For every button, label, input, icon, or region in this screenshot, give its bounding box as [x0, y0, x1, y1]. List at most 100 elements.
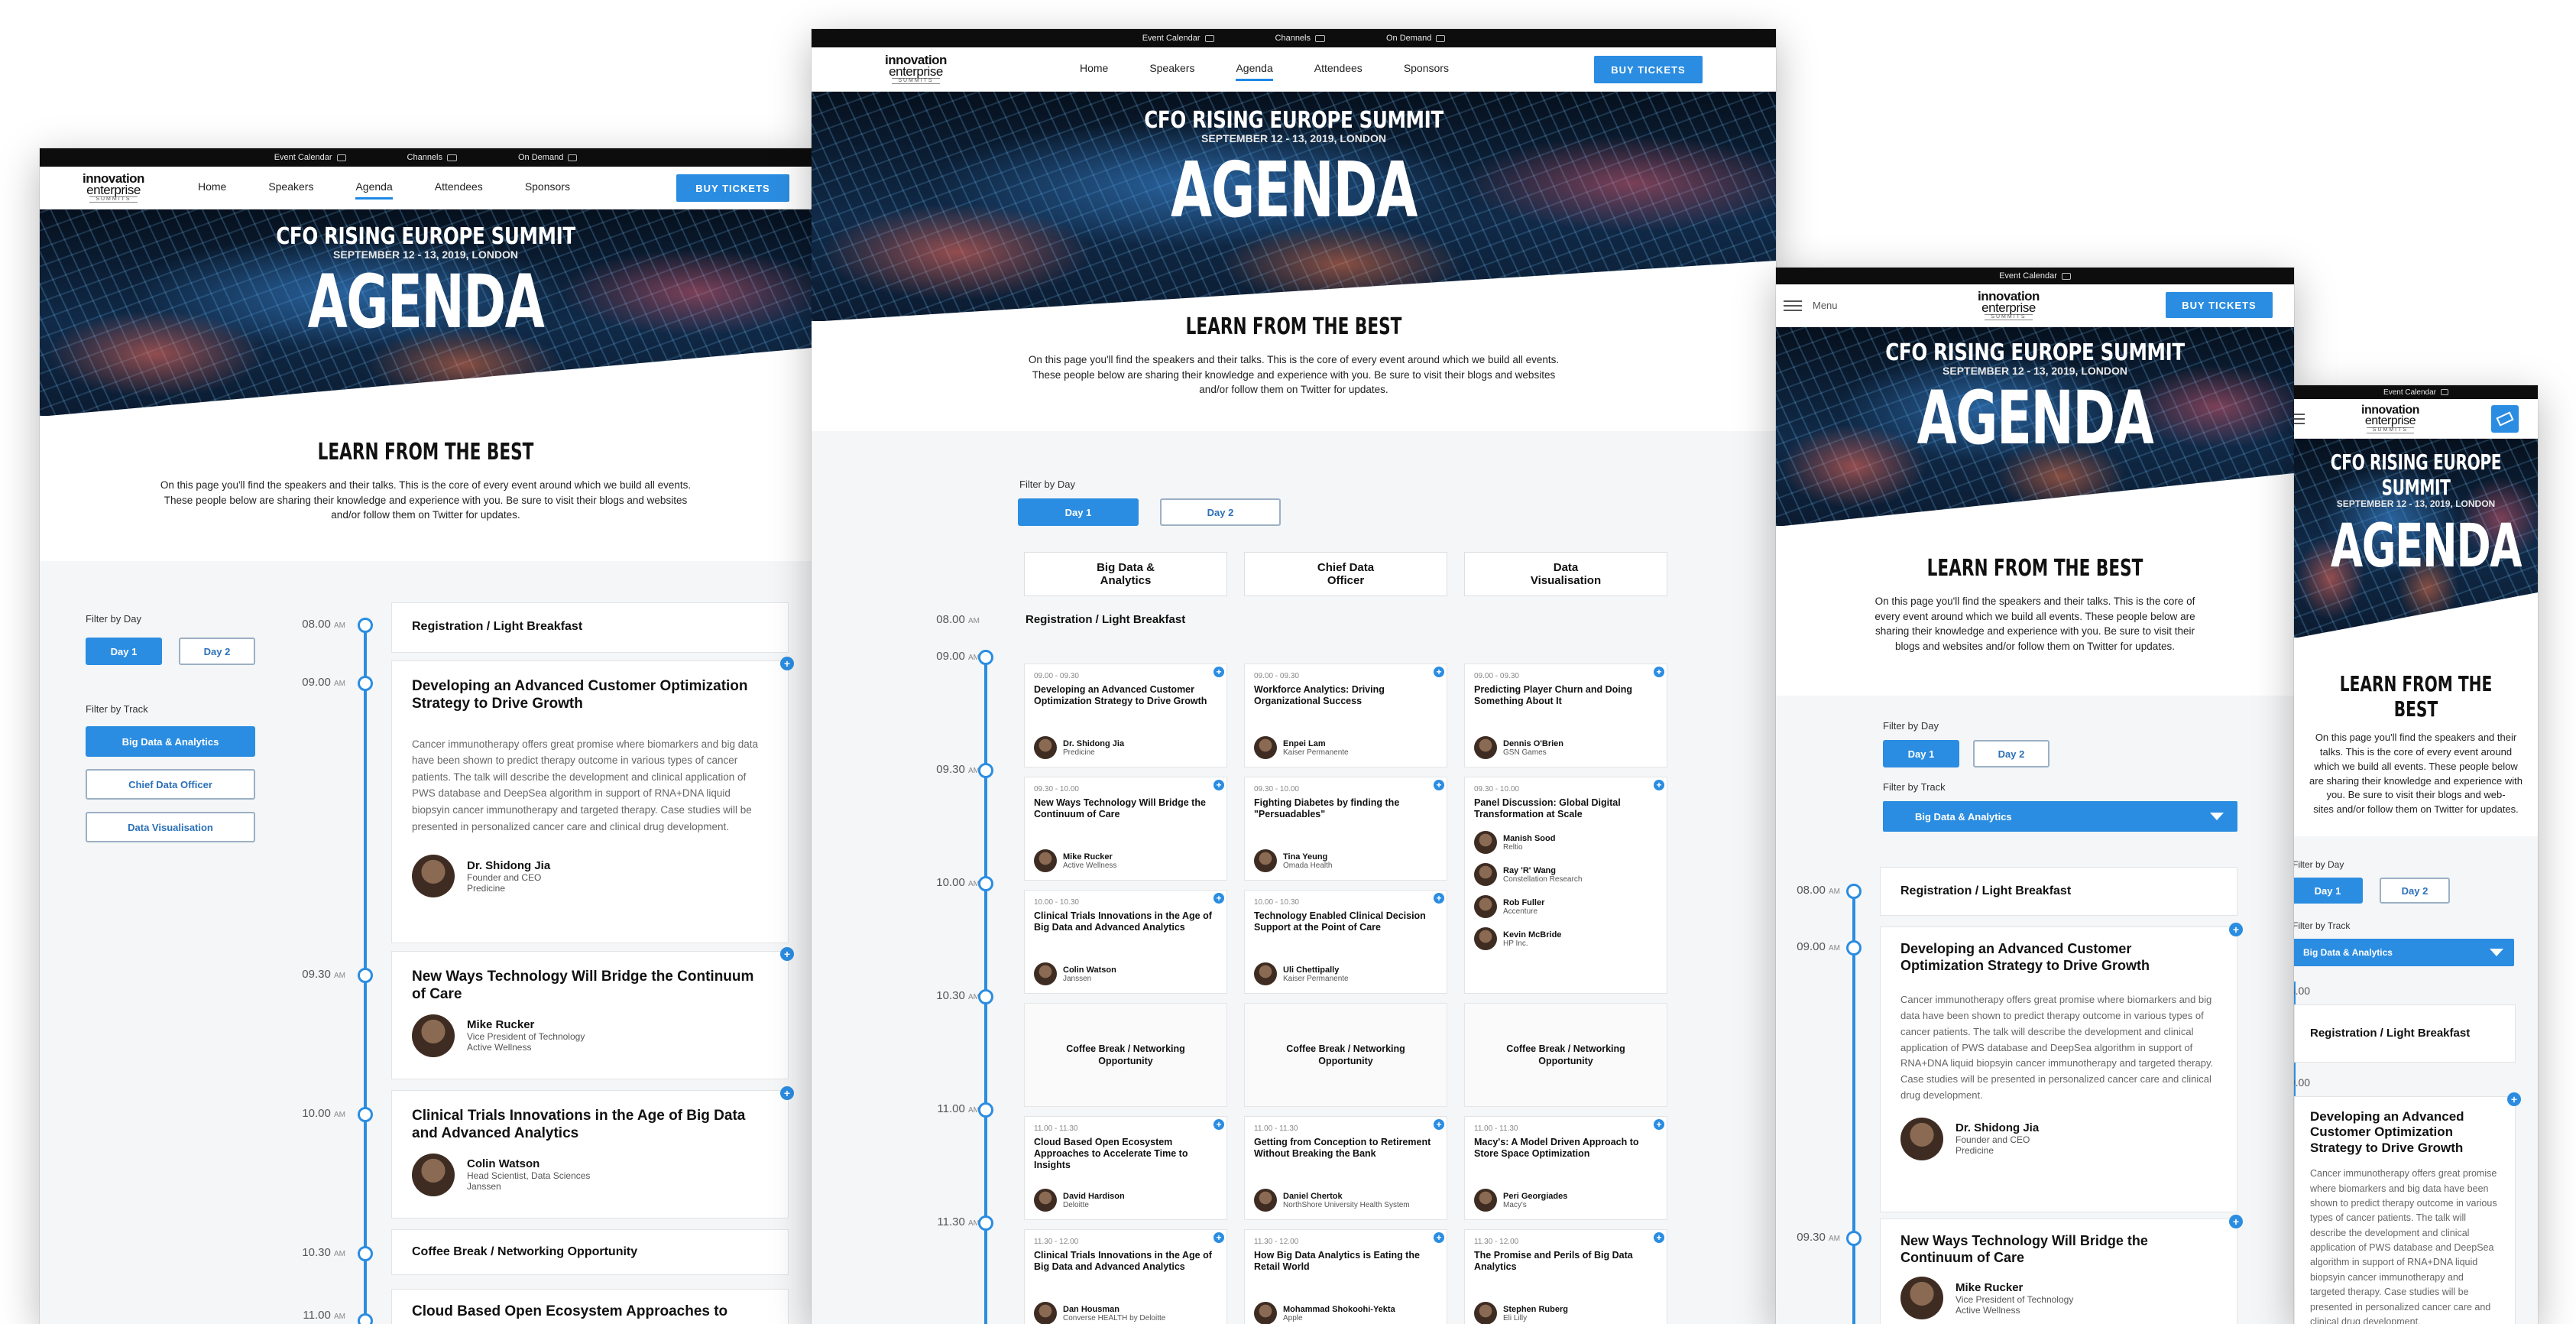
speaker[interactable]: Dr. Shidong Jia Founder and CEO Predicin…: [1900, 1117, 2217, 1160]
hamburger-menu-icon[interactable]: [1784, 297, 1802, 314]
session-tile[interactable]: + 09.00 - 09.30 Predicting Player Churn …: [1464, 664, 1667, 767]
nav-attendees[interactable]: Attendees: [1314, 57, 1363, 81]
add-session-icon[interactable]: +: [1434, 1119, 1444, 1130]
track-select[interactable]: Big Data & Analytics: [2294, 939, 2514, 966]
track-select[interactable]: Big Data & Analytics: [1883, 801, 2237, 832]
add-session-icon[interactable]: +: [1654, 1232, 1664, 1243]
track-big-data-button[interactable]: Big Data & Analytics: [86, 726, 255, 757]
session-tile[interactable]: + 11.30 - 12.00 Clinical Trials Innovati…: [1024, 1229, 1227, 1324]
speaker[interactable]: Dr. Shidong Jia Founder and CEO Predicin…: [412, 855, 768, 898]
nav-agenda[interactable]: Agenda: [1236, 57, 1273, 81]
session-card-breakfast[interactable]: Registration / Light Breakfast: [391, 602, 789, 653]
add-session-icon[interactable]: +: [1654, 667, 1664, 677]
day2-button[interactable]: Day 2: [179, 638, 255, 665]
session-tile[interactable]: + 11.30 - 12.00 The Promise and Perils o…: [1464, 1229, 1667, 1324]
event-calendar-link[interactable]: Event Calendar: [1142, 34, 1214, 43]
add-session-icon[interactable]: +: [1434, 667, 1444, 677]
nav-sponsors[interactable]: Sponsors: [525, 176, 570, 200]
day1-button[interactable]: Day 1: [1883, 740, 1959, 767]
nav-home[interactable]: Home: [198, 176, 226, 200]
nav-speakers[interactable]: Speakers: [1149, 57, 1194, 81]
track-header[interactable]: Chief Data Officer: [1244, 552, 1447, 596]
speaker[interactable]: Colin Watson Head Scientist, Data Scienc…: [412, 1153, 768, 1196]
speaker[interactable]: Manish Sood Reltio: [1474, 831, 1657, 854]
speaker[interactable]: Kevin McBride HP Inc.: [1474, 927, 1657, 950]
session-tile[interactable]: + 09.30 - 10.00 Fighting Diabetes by fin…: [1244, 777, 1447, 881]
speaker[interactable]: Mike Rucker Vice President of Technology…: [412, 1014, 768, 1057]
add-session-icon[interactable]: +: [1213, 1119, 1224, 1130]
add-session-icon[interactable]: +: [1213, 667, 1224, 677]
speaker[interactable]: Dr. Shidong Jia Predicine: [1034, 736, 1124, 759]
add-session-icon[interactable]: +: [2229, 1215, 2243, 1228]
speaker[interactable]: Dan Housman Converse HEALTH by Deloitte: [1034, 1302, 1165, 1324]
speaker[interactable]: Ray 'R' Wang Constellation Research: [1474, 863, 1657, 886]
session-card-breakfast[interactable]: Registration / Light Breakfast: [1880, 867, 2237, 916]
session-tile[interactable]: + 11.00 - 11.30 Macy's: A Model Driven A…: [1464, 1116, 1667, 1220]
session-tile[interactable]: + 11.30 - 12.00 How Big Data Analytics i…: [1244, 1229, 1447, 1324]
speaker[interactable]: Enpei Lam Kaiser Permanente: [1254, 736, 1349, 759]
add-session-icon[interactable]: +: [1213, 1232, 1224, 1243]
add-session-icon[interactable]: +: [2507, 1092, 2521, 1106]
add-session-icon[interactable]: +: [1434, 1232, 1444, 1243]
speaker[interactable]: David Hardison Deloitte: [1034, 1189, 1125, 1212]
session-card[interactable]: + Clinical Trials Innovations in the Age…: [391, 1086, 794, 1219]
speaker[interactable]: Dennis O'Brien GSN Games: [1474, 736, 1563, 759]
speaker[interactable]: Colin Watson Janssen: [1034, 962, 1116, 985]
track-cdo-button[interactable]: Chief Data Officer: [86, 769, 255, 800]
add-session-icon[interactable]: +: [1654, 780, 1664, 790]
buy-tickets-button[interactable]: BUY TICKETS: [1594, 56, 1703, 83]
session-card-coffee[interactable]: Coffee Break / Networking Opportunity: [391, 1229, 789, 1275]
session-tile[interactable]: + 11.00 - 11.30 Cloud Based Open Ecosyst…: [1024, 1116, 1227, 1220]
day2-button[interactable]: Day 2: [2380, 878, 2450, 904]
logo[interactable]: innovation enterprise SUMMITS: [1978, 290, 2040, 320]
nav-home[interactable]: Home: [1080, 57, 1108, 81]
add-session-icon[interactable]: +: [2229, 923, 2243, 936]
add-session-icon[interactable]: +: [780, 1086, 794, 1100]
on-demand-link[interactable]: On Demand: [1386, 34, 1446, 43]
hamburger-menu-icon[interactable]: [2294, 411, 2305, 427]
session-card-breakfast[interactable]: Registration / Light Breakfast: [2294, 1004, 2516, 1063]
session-card[interactable]: + Developing an Advanced Customer Optimi…: [2294, 1092, 2521, 1324]
day1-button[interactable]: Day 1: [86, 638, 162, 665]
day2-button[interactable]: Day 2: [1973, 740, 2049, 767]
session-tile[interactable]: + 10.00 - 10.30 Technology Enabled Clini…: [1244, 890, 1447, 994]
day2-button[interactable]: Day 2: [1160, 498, 1281, 526]
add-session-icon[interactable]: +: [780, 947, 794, 961]
channels-link[interactable]: Channels: [1275, 34, 1325, 43]
add-session-icon[interactable]: +: [780, 657, 794, 670]
event-calendar-link[interactable]: Event Calendar: [2383, 388, 2448, 397]
logo[interactable]: innovation enterprise SUMMITS: [885, 54, 947, 84]
logo[interactable]: innovation enterprise SUMMITS: [83, 172, 144, 203]
event-calendar-link[interactable]: Event Calendar: [1999, 271, 2071, 281]
session-tile-panel[interactable]: + 09.30 - 10.00 Panel Discussion: Global…: [1464, 777, 1667, 994]
speaker[interactable]: Tina Yeung Omada Health: [1254, 849, 1332, 872]
speaker[interactable]: Daniel Chertok NorthShore University Hea…: [1254, 1189, 1410, 1212]
session-tile[interactable]: + 11.00 - 11.30 Getting from Conception …: [1244, 1116, 1447, 1220]
add-session-icon[interactable]: +: [1434, 893, 1444, 904]
nav-sponsors[interactable]: Sponsors: [1404, 57, 1449, 81]
speaker[interactable]: Mohammad Shokoohi-Yekta Apple: [1254, 1302, 1395, 1324]
menu-label[interactable]: Menu: [1813, 300, 1838, 311]
session-tile[interactable]: + 10.00 - 10.30 Clinical Trials Innovati…: [1024, 890, 1227, 994]
speaker[interactable]: Rob Fuller Accenture: [1474, 895, 1657, 918]
on-demand-link[interactable]: On Demand: [518, 153, 578, 162]
session-tile[interactable]: + 09.30 - 10.00 New Ways Technology Will…: [1024, 777, 1227, 881]
logo[interactable]: innovation enterprise SUMMITS: [2361, 404, 2419, 434]
session-card[interactable]: + New Ways Technology Will Bridge the Co…: [1880, 1215, 2243, 1324]
session-card[interactable]: Cloud Based Open Ecosystem Approaches to: [391, 1289, 789, 1324]
session-card[interactable]: + Developing an Advanced Customer Optimi…: [1880, 923, 2243, 1212]
nav-agenda[interactable]: Agenda: [355, 176, 393, 200]
add-session-icon[interactable]: +: [1654, 1119, 1664, 1130]
ticket-icon[interactable]: [2491, 405, 2519, 433]
session-tile[interactable]: + 09.00 - 09.30 Developing an Advanced C…: [1024, 664, 1227, 767]
buy-tickets-button[interactable]: BUY TICKETS: [2166, 292, 2273, 318]
day1-button[interactable]: Day 1: [2294, 878, 2363, 904]
event-calendar-link[interactable]: Event Calendar: [274, 153, 346, 162]
day1-button[interactable]: Day 1: [1018, 498, 1139, 526]
nav-speakers[interactable]: Speakers: [268, 176, 313, 200]
add-session-icon[interactable]: +: [1434, 780, 1444, 790]
track-header[interactable]: Data Visualisation: [1464, 552, 1667, 596]
speaker[interactable]: Stephen Ruberg Eli Lilly: [1474, 1302, 1568, 1324]
session-card[interactable]: + New Ways Technology Will Bridge the Co…: [391, 947, 794, 1079]
speaker[interactable]: Mike Rucker Active Wellness: [1034, 849, 1116, 872]
